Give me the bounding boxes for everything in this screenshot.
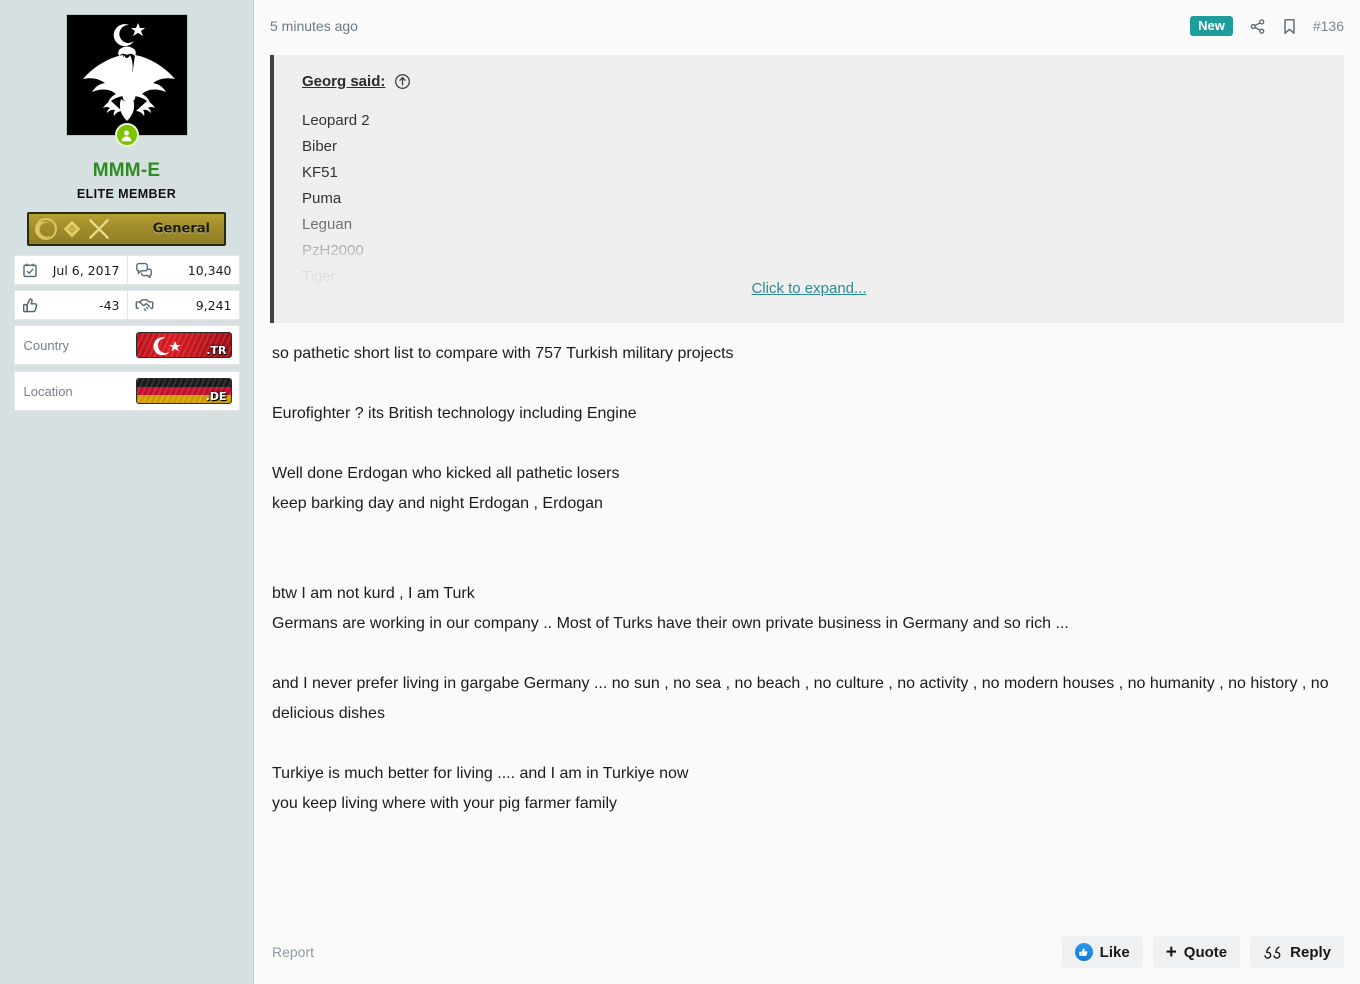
calendar-icon — [22, 262, 38, 278]
username[interactable]: MMM-E — [93, 160, 160, 182]
new-badge: New — [1190, 15, 1233, 37]
user-glyph-icon — [121, 130, 132, 141]
post-number[interactable]: #136 — [1313, 18, 1344, 34]
flag-tld: .TR — [206, 344, 227, 357]
info-row-country: Country .TR — [13, 325, 240, 365]
rank-label: General — [152, 221, 210, 237]
diamond-icon — [62, 219, 82, 239]
quote-line: Biber — [302, 138, 338, 155]
crossed-swords-icon — [89, 219, 109, 239]
post-message: so pathetic short list to compare with 7… — [270, 323, 1344, 819]
thumbs-up-circle-icon — [1074, 943, 1093, 961]
germany-flag-icon: .DE — [135, 378, 232, 404]
avatar[interactable] — [65, 14, 188, 147]
quote-line: PzH2000 — [302, 242, 364, 259]
report-link[interactable]: Report — [272, 944, 314, 960]
jump-to-post-icon[interactable] — [394, 73, 411, 90]
stat-message-count: 10,340 — [126, 256, 239, 284]
forum-post: MMM-E ELITE MEMBER General Jul 6, 2017 1… — [0, 0, 1360, 984]
quote-line: Leguan — [302, 216, 353, 233]
message-line: Eurofighter ? its British technology inc… — [272, 405, 637, 422]
stat-value: -43 — [99, 297, 120, 313]
star-crescent-icon — [35, 218, 57, 240]
message-line: Well done Erdogan who kicked all patheti… — [272, 465, 620, 482]
quotation-marks-icon — [1263, 945, 1283, 960]
click-to-expand-link[interactable]: Click to expand... — [274, 280, 1344, 297]
user-title: ELITE MEMBER — [76, 187, 177, 201]
online-status-icon — [114, 123, 139, 147]
quote-label: Quote — [1183, 943, 1228, 961]
stat-value: Jul 6, 2017 — [52, 262, 120, 278]
stat-row: -43 9,241 — [13, 290, 240, 320]
plus-icon: + — [1165, 941, 1177, 963]
quote-line: Puma — [302, 190, 342, 207]
stat-value: 9,241 — [195, 297, 232, 313]
flag-tld: .DE — [205, 390, 227, 403]
share-icon[interactable] — [1249, 18, 1266, 35]
handshake-icon — [135, 297, 154, 313]
message-line: Germans are working in our company .. Mo… — [272, 615, 1069, 632]
info-label: Country — [23, 337, 70, 353]
info-label: Location — [23, 383, 73, 399]
rank-banner: General — [27, 212, 226, 246]
like-button[interactable]: Like — [1061, 936, 1143, 968]
post-main: 5 minutes ago New #136 Georg said: Leopa… — [254, 0, 1360, 984]
quote-author-link[interactable]: Georg said: — [302, 73, 385, 90]
message-line: so pathetic short list to compare with 7… — [272, 345, 734, 362]
stat-joined-date: Jul 6, 2017 — [15, 256, 127, 284]
stat-row: Jul 6, 2017 10,340 — [13, 255, 240, 285]
rank-insignia — [29, 216, 112, 242]
post-footer: Report Like + Quote Reply — [254, 920, 1360, 984]
message-line: btw I am not kurd , I am Turk — [272, 585, 475, 602]
quote-lines: Leopard 2 Biber KF51 Puma Leguan PzH2000… — [302, 108, 1324, 290]
reply-label: Reply — [1290, 943, 1331, 961]
stat-value: 10,340 — [187, 262, 232, 278]
quote-header: Georg said: — [302, 73, 1324, 90]
quote-button[interactable]: + Quote — [1152, 936, 1241, 968]
stat-points-count: 9,241 — [126, 291, 239, 319]
user-stats: Jul 6, 2017 10,340 -43 9,241 — [13, 255, 240, 325]
avatar-image[interactable] — [65, 14, 188, 136]
quote-line: KF51 — [302, 164, 338, 181]
message-line: you keep living where with your pig farm… — [272, 795, 618, 812]
post-body: Georg said: Leopard 2 Biber KF51 Puma Le… — [254, 52, 1360, 920]
message-line: keep barking day and night Erdogan , Erd… — [272, 495, 603, 512]
like-label: Like — [1099, 943, 1130, 961]
bookmark-icon[interactable] — [1282, 18, 1297, 35]
quote-line: Leopard 2 — [302, 112, 370, 129]
turkey-flag-icon: .TR — [135, 332, 232, 358]
user-sidebar: MMM-E ELITE MEMBER General Jul 6, 2017 1… — [0, 0, 254, 984]
info-row-location: Location .DE — [13, 371, 240, 411]
post-header-actions: New #136 — [1190, 15, 1344, 37]
reply-button[interactable]: Reply — [1250, 936, 1344, 968]
stat-reaction-score: -43 — [15, 291, 127, 319]
message-line: Turkiye is much better for living .... a… — [272, 765, 689, 782]
post-actions: Like + Quote Reply — [1061, 936, 1344, 968]
post-timestamp[interactable]: 5 minutes ago — [270, 18, 358, 34]
post-header: 5 minutes ago New #136 — [254, 0, 1360, 52]
thumbs-up-icon — [22, 297, 39, 314]
quoted-post: Georg said: Leopard 2 Biber KF51 Puma Le… — [270, 55, 1344, 323]
message-line: and I never prefer living in gargabe Ger… — [272, 675, 1329, 722]
double-headed-eagle-crescent-avatar — [66, 15, 187, 135]
messages-icon — [135, 262, 153, 278]
